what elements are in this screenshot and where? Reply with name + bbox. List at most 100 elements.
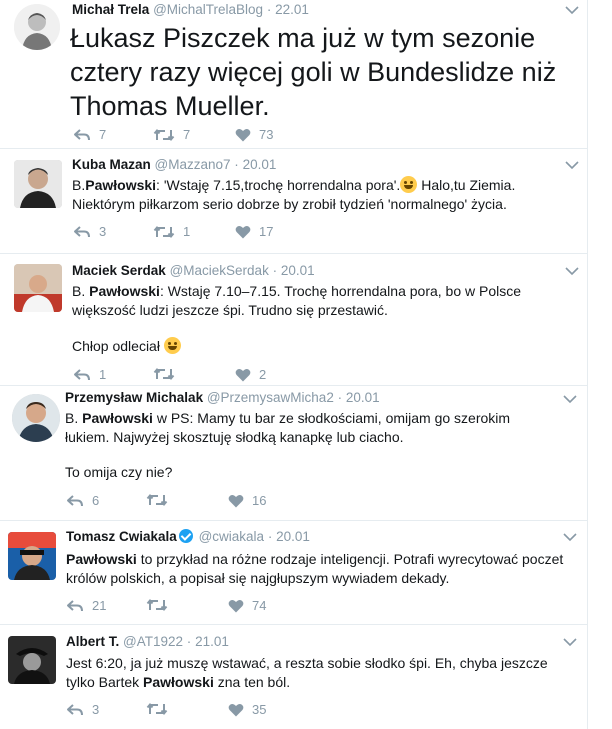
- reply-icon: [67, 599, 83, 611]
- tweet-date[interactable]: 20.01: [243, 157, 277, 172]
- tweet-text-paragraph: To omija czy nie?: [65, 464, 173, 480]
- retweet-icon: [146, 598, 168, 612]
- tweet-date[interactable]: 22.01: [275, 2, 309, 17]
- chevron-down-icon[interactable]: [565, 266, 579, 276]
- author-name[interactable]: Michał Trela: [72, 2, 149, 17]
- tweet-text: Jest 6:20, ja już muszę wstawać, a reszt…: [66, 654, 556, 692]
- highlighted-keyword: Pawłowski: [82, 410, 153, 426]
- author-handle[interactable]: @AT1922: [123, 634, 183, 649]
- chevron-down-icon[interactable]: [563, 394, 577, 404]
- tweet-date[interactable]: 20.01: [276, 529, 310, 544]
- tweet-divider: [0, 520, 588, 521]
- like-icon: [235, 225, 251, 238]
- avatar[interactable]: [14, 160, 62, 208]
- highlighted-keyword: Pawłowski: [143, 674, 214, 690]
- text-segment: Chłop odleciał: [72, 338, 164, 354]
- reply-button[interactable]: 7: [73, 127, 106, 142]
- retweet-button[interactable]: [153, 367, 183, 381]
- avatar[interactable]: [8, 636, 56, 684]
- reply-count: 3: [92, 702, 100, 717]
- reply-count: 1: [99, 367, 107, 382]
- reply-count: 3: [99, 224, 107, 239]
- tweet-text: Łukasz Piszczek ma już w tym sezonie czt…: [70, 23, 557, 121]
- like-count: 35: [252, 702, 267, 717]
- retweet-button[interactable]: [146, 702, 176, 716]
- like-button[interactable]: 2: [235, 367, 266, 382]
- tweet[interactable]: Maciek Serdak @MaciekSerdak · 20.01 B. P…: [0, 254, 612, 384]
- text-segment: Jest 6:20, ja już muszę wstawać, a reszt…: [66, 655, 548, 690]
- retweet-button[interactable]: 1: [153, 224, 190, 239]
- chevron-down-icon[interactable]: [565, 160, 579, 170]
- author-name[interactable]: Przemysław Michalak: [65, 390, 203, 405]
- tweet-date[interactable]: 21.01: [195, 634, 229, 649]
- text-segment: zna ten ból.: [213, 674, 291, 690]
- text-segment: to przykład na różne rodzaje inteligencj…: [66, 551, 564, 586]
- retweet-count: 7: [183, 127, 191, 142]
- like-button[interactable]: 35: [228, 702, 266, 717]
- avatar[interactable]: [8, 532, 56, 580]
- like-button[interactable]: 17: [235, 224, 273, 239]
- tweet-text: B. Pawłowski: Wstaję 7.10–7.15. Trochę h…: [72, 282, 542, 320]
- reply-button[interactable]: 21: [66, 598, 106, 613]
- tweet[interactable]: Michał Trela @MichalTrelaBlog · 22.01 Łu…: [0, 0, 612, 154]
- text-segment: B.: [72, 177, 86, 193]
- avatar[interactable]: [14, 4, 60, 50]
- like-count: 74: [252, 598, 267, 613]
- chevron-down-icon[interactable]: [563, 637, 577, 647]
- author-handle[interactable]: @MichalTrelaBlog: [153, 2, 263, 17]
- retweet-icon: [146, 493, 168, 507]
- reply-button[interactable]: 1: [73, 367, 106, 382]
- separator-dot: ·: [267, 529, 273, 544]
- retweet-button[interactable]: [146, 598, 176, 612]
- reply-button[interactable]: 6: [66, 493, 99, 508]
- retweet-icon: [153, 225, 175, 238]
- tweet-date[interactable]: 20.01: [281, 263, 315, 278]
- like-icon: [235, 128, 251, 141]
- reply-count: 7: [99, 127, 107, 142]
- tweet-header: Kuba Mazan @Mazzano7 · 20.01: [72, 157, 276, 172]
- reply-button[interactable]: 3: [73, 224, 106, 239]
- like-count: 17: [259, 224, 274, 239]
- tweet-header: Maciek Serdak @MaciekSerdak · 20.01: [72, 263, 315, 278]
- highlighted-keyword: Pawłowski: [89, 283, 160, 299]
- text-segment: B.: [72, 283, 90, 299]
- author-handle[interactable]: @Mazzano7: [155, 157, 231, 172]
- author-handle[interactable]: @PrzemysawMicha2: [207, 390, 334, 405]
- author-name[interactable]: Maciek Serdak: [72, 263, 166, 278]
- like-button[interactable]: 74: [228, 598, 266, 613]
- tweet-divider: [0, 624, 588, 625]
- tweet[interactable]: Kuba Mazan @Mazzano7 · 20.01 B.Pawłowski…: [0, 150, 612, 252]
- retweet-icon: [153, 128, 175, 141]
- tweet[interactable]: Albert T. @AT1922 · 21.01 Jest 6:20, ja …: [0, 626, 612, 729]
- separator-dot: ·: [272, 263, 278, 278]
- tweet-text-paragraph: Chłop odleciał: [72, 337, 542, 356]
- author-name[interactable]: Kuba Mazan: [72, 157, 151, 172]
- tweet-text: B. Pawłowski w PS: Mamy tu bar ze słodko…: [65, 409, 550, 447]
- tweet[interactable]: Przemysław Michalak @PrzemysawMicha2 · 2…: [0, 386, 612, 520]
- highlighted-keyword: Pawłowski: [85, 177, 157, 193]
- author-name[interactable]: Tomasz Cwiakala: [66, 529, 177, 544]
- author-name[interactable]: Albert T.: [66, 634, 119, 649]
- like-icon: [235, 368, 251, 381]
- reply-icon: [74, 128, 90, 140]
- chevron-down-icon[interactable]: [565, 5, 579, 15]
- like-button[interactable]: 73: [235, 127, 273, 142]
- retweet-button[interactable]: 7: [153, 127, 190, 142]
- tweet-header: Przemysław Michalak @PrzemysawMicha2 · 2…: [65, 390, 380, 405]
- avatar[interactable]: [14, 264, 62, 312]
- tweet[interactable]: Tomasz Cwiakala @cwiakala · 20.01 Pawłow…: [0, 522, 612, 624]
- tweet-header: Michał Trela @MichalTrelaBlog · 22.01: [72, 2, 309, 17]
- retweet-icon: [153, 367, 175, 381]
- author-handle[interactable]: @cwiakala: [199, 529, 264, 544]
- reply-button[interactable]: 3: [66, 702, 99, 717]
- like-button[interactable]: 16: [228, 493, 266, 508]
- author-handle[interactable]: @MaciekSerdak: [170, 263, 269, 278]
- reply-count: 21: [92, 598, 107, 613]
- tweet-header: Albert T. @AT1922 · 21.01: [66, 634, 229, 649]
- retweet-button[interactable]: [146, 493, 176, 507]
- avatar[interactable]: [12, 394, 60, 442]
- separator-dot: ·: [186, 634, 192, 649]
- emoji-icon: [163, 337, 181, 354]
- chevron-down-icon[interactable]: [563, 532, 577, 542]
- tweet-date[interactable]: 20.01: [346, 390, 380, 405]
